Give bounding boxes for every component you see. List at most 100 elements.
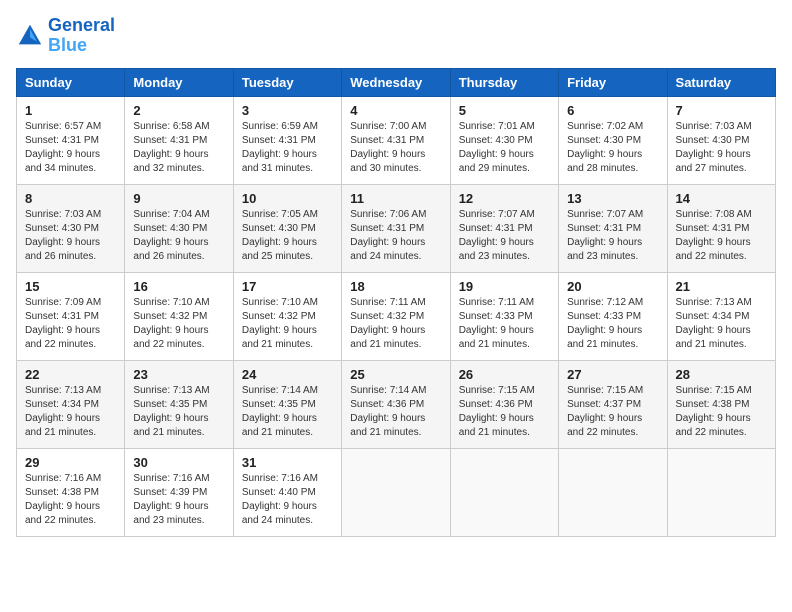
calendar-cell: 14 Sunrise: 7:08 AMSunset: 4:31 PMDaylig… [667,184,775,272]
day-number: 23 [133,367,224,382]
day-number: 25 [350,367,441,382]
day-number: 13 [567,191,658,206]
day-number: 18 [350,279,441,294]
day-number: 28 [676,367,767,382]
day-number: 29 [25,455,116,470]
calendar-cell: 22 Sunrise: 7:13 AMSunset: 4:34 PMDaylig… [17,360,125,448]
weekday-header-sunday: Sunday [17,68,125,96]
day-number: 11 [350,191,441,206]
day-number: 9 [133,191,224,206]
day-info: Sunrise: 7:15 AMSunset: 4:36 PMDaylight:… [459,384,550,440]
weekday-header-monday: Monday [125,68,233,96]
calendar-cell: 31 Sunrise: 7:16 AMSunset: 4:40 PMDaylig… [233,448,341,536]
day-info: Sunrise: 6:59 AMSunset: 4:31 PMDaylight:… [242,120,333,176]
day-info: Sunrise: 6:57 AMSunset: 4:31 PMDaylight:… [25,120,116,176]
day-number: 14 [676,191,767,206]
day-number: 7 [676,103,767,118]
day-info: Sunrise: 7:13 AMSunset: 4:34 PMDaylight:… [676,296,767,352]
calendar-cell: 12 Sunrise: 7:07 AMSunset: 4:31 PMDaylig… [450,184,558,272]
day-number: 31 [242,455,333,470]
weekday-header-saturday: Saturday [667,68,775,96]
day-info: Sunrise: 7:10 AMSunset: 4:32 PMDaylight:… [133,296,224,352]
calendar-cell: 1 Sunrise: 6:57 AMSunset: 4:31 PMDayligh… [17,96,125,184]
calendar-cell: 5 Sunrise: 7:01 AMSunset: 4:30 PMDayligh… [450,96,558,184]
calendar-cell [667,448,775,536]
calendar-table: SundayMondayTuesdayWednesdayThursdayFrid… [16,68,776,537]
day-info: Sunrise: 7:06 AMSunset: 4:31 PMDaylight:… [350,208,441,264]
day-info: Sunrise: 7:14 AMSunset: 4:35 PMDaylight:… [242,384,333,440]
calendar-cell: 21 Sunrise: 7:13 AMSunset: 4:34 PMDaylig… [667,272,775,360]
day-info: Sunrise: 7:15 AMSunset: 4:38 PMDaylight:… [676,384,767,440]
day-info: Sunrise: 7:13 AMSunset: 4:34 PMDaylight:… [25,384,116,440]
calendar-week-5: 29 Sunrise: 7:16 AMSunset: 4:38 PMDaylig… [17,448,776,536]
logo-icon [16,22,44,50]
day-number: 6 [567,103,658,118]
day-number: 16 [133,279,224,294]
calendar-cell [450,448,558,536]
calendar-cell: 18 Sunrise: 7:11 AMSunset: 4:32 PMDaylig… [342,272,450,360]
calendar-cell: 10 Sunrise: 7:05 AMSunset: 4:30 PMDaylig… [233,184,341,272]
day-number: 15 [25,279,116,294]
calendar-cell: 29 Sunrise: 7:16 AMSunset: 4:38 PMDaylig… [17,448,125,536]
day-info: Sunrise: 7:13 AMSunset: 4:35 PMDaylight:… [133,384,224,440]
calendar-week-1: 1 Sunrise: 6:57 AMSunset: 4:31 PMDayligh… [17,96,776,184]
day-info: Sunrise: 7:02 AMSunset: 4:30 PMDaylight:… [567,120,658,176]
day-number: 26 [459,367,550,382]
day-number: 4 [350,103,441,118]
day-info: Sunrise: 7:16 AMSunset: 4:40 PMDaylight:… [242,472,333,528]
day-number: 21 [676,279,767,294]
calendar-cell: 3 Sunrise: 6:59 AMSunset: 4:31 PMDayligh… [233,96,341,184]
day-info: Sunrise: 7:15 AMSunset: 4:37 PMDaylight:… [567,384,658,440]
calendar-cell: 23 Sunrise: 7:13 AMSunset: 4:35 PMDaylig… [125,360,233,448]
calendar-cell: 4 Sunrise: 7:00 AMSunset: 4:31 PMDayligh… [342,96,450,184]
calendar-week-4: 22 Sunrise: 7:13 AMSunset: 4:34 PMDaylig… [17,360,776,448]
calendar-cell: 24 Sunrise: 7:14 AMSunset: 4:35 PMDaylig… [233,360,341,448]
page-header: GeneralBlue [16,16,776,56]
day-number: 12 [459,191,550,206]
calendar-cell: 28 Sunrise: 7:15 AMSunset: 4:38 PMDaylig… [667,360,775,448]
calendar-week-3: 15 Sunrise: 7:09 AMSunset: 4:31 PMDaylig… [17,272,776,360]
day-info: Sunrise: 7:03 AMSunset: 4:30 PMDaylight:… [25,208,116,264]
day-info: Sunrise: 7:12 AMSunset: 4:33 PMDaylight:… [567,296,658,352]
day-info: Sunrise: 7:08 AMSunset: 4:31 PMDaylight:… [676,208,767,264]
day-info: Sunrise: 7:10 AMSunset: 4:32 PMDaylight:… [242,296,333,352]
calendar-cell [342,448,450,536]
day-info: Sunrise: 7:11 AMSunset: 4:32 PMDaylight:… [350,296,441,352]
calendar-cell: 8 Sunrise: 7:03 AMSunset: 4:30 PMDayligh… [17,184,125,272]
day-number: 17 [242,279,333,294]
day-number: 3 [242,103,333,118]
day-number: 5 [459,103,550,118]
day-info: Sunrise: 7:16 AMSunset: 4:38 PMDaylight:… [25,472,116,528]
calendar-cell: 27 Sunrise: 7:15 AMSunset: 4:37 PMDaylig… [559,360,667,448]
calendar-cell: 9 Sunrise: 7:04 AMSunset: 4:30 PMDayligh… [125,184,233,272]
weekday-header-friday: Friday [559,68,667,96]
calendar-cell: 11 Sunrise: 7:06 AMSunset: 4:31 PMDaylig… [342,184,450,272]
logo-text: GeneralBlue [48,16,115,56]
day-number: 20 [567,279,658,294]
calendar-cell: 30 Sunrise: 7:16 AMSunset: 4:39 PMDaylig… [125,448,233,536]
calendar-cell: 15 Sunrise: 7:09 AMSunset: 4:31 PMDaylig… [17,272,125,360]
day-info: Sunrise: 7:04 AMSunset: 4:30 PMDaylight:… [133,208,224,264]
calendar-cell: 7 Sunrise: 7:03 AMSunset: 4:30 PMDayligh… [667,96,775,184]
day-number: 19 [459,279,550,294]
day-info: Sunrise: 7:00 AMSunset: 4:31 PMDaylight:… [350,120,441,176]
day-info: Sunrise: 7:07 AMSunset: 4:31 PMDaylight:… [567,208,658,264]
day-number: 22 [25,367,116,382]
calendar-cell: 6 Sunrise: 7:02 AMSunset: 4:30 PMDayligh… [559,96,667,184]
calendar-cell: 19 Sunrise: 7:11 AMSunset: 4:33 PMDaylig… [450,272,558,360]
day-number: 10 [242,191,333,206]
day-number: 30 [133,455,224,470]
weekday-header-tuesday: Tuesday [233,68,341,96]
day-number: 8 [25,191,116,206]
day-info: Sunrise: 7:14 AMSunset: 4:36 PMDaylight:… [350,384,441,440]
weekday-header-wednesday: Wednesday [342,68,450,96]
calendar-cell: 16 Sunrise: 7:10 AMSunset: 4:32 PMDaylig… [125,272,233,360]
day-info: Sunrise: 6:58 AMSunset: 4:31 PMDaylight:… [133,120,224,176]
calendar-cell: 20 Sunrise: 7:12 AMSunset: 4:33 PMDaylig… [559,272,667,360]
day-info: Sunrise: 7:11 AMSunset: 4:33 PMDaylight:… [459,296,550,352]
day-number: 2 [133,103,224,118]
day-number: 27 [567,367,658,382]
weekday-header-thursday: Thursday [450,68,558,96]
day-number: 1 [25,103,116,118]
calendar-cell [559,448,667,536]
